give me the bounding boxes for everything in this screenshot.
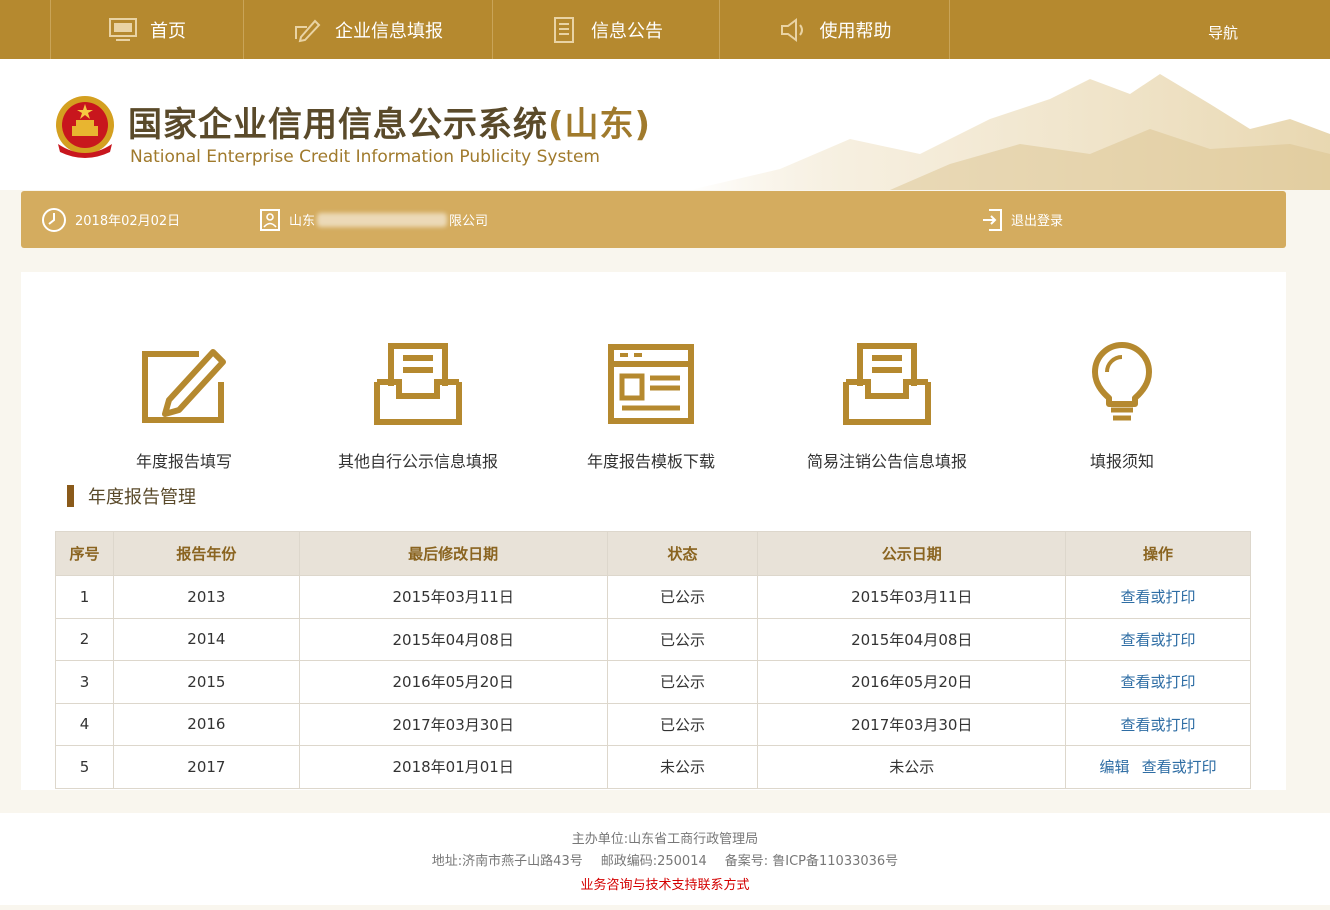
document-icon (554, 16, 574, 43)
mountain-background (690, 74, 1330, 190)
cell-actions: 查看或打印 (1065, 702, 1251, 746)
lightbulb-icon (1092, 342, 1152, 421)
table-row: 2 2014 2015年04月08日 已公示 2015年04月08日 查看或打印 (55, 617, 1251, 661)
column-header: 公示日期 (757, 531, 1067, 576)
cell-no: 1 (55, 575, 114, 619)
page-footer: 主办单位:山东省工商行政管理局 地址:济南市燕子山路43号 邮政编码:250014… (0, 813, 1330, 905)
cell-no: 2 (55, 617, 114, 661)
cell-status: 已公示 (606, 617, 759, 661)
footer-address: 地址:济南市燕子山路43号 (431, 854, 583, 869)
footer-contact: 地址:济南市燕子山路43号 邮政编码:250014 备案号: 鲁ICP备110330… (0, 850, 1330, 869)
cell-year: 2013 (112, 575, 300, 619)
cell-actions: 查看或打印 (1065, 660, 1251, 704)
cell-pub-date: 未公示 (757, 745, 1067, 789)
table-header-row: 序号 报告年份 最后修改日期 状态 公示日期 操作 (55, 531, 1251, 576)
logout-button[interactable]: 退出登录 (981, 191, 1063, 248)
cell-status: 已公示 (606, 702, 759, 746)
footer-postcode: 邮政编码:250014 (600, 854, 707, 869)
tile-other-public-info[interactable]: 其他自行公示信息填报 (318, 342, 518, 472)
view-print-link[interactable]: 查看或打印 (1121, 716, 1196, 734)
nav-item-help[interactable]: 使用帮助 (719, 0, 949, 59)
section-heading: 年度报告管理 (67, 484, 196, 508)
column-header: 状态 (606, 531, 759, 576)
nav-item-label: 使用帮助 (819, 20, 892, 42)
column-header: 最后修改日期 (298, 531, 608, 576)
cell-pub-date: 2016年05月20日 (757, 660, 1067, 704)
column-header: 报告年份 (112, 531, 300, 576)
table-row: 4 2016 2017年03月30日 已公示 2017年03月30日 查看或打印 (55, 702, 1251, 746)
column-header: 操作 (1065, 531, 1251, 576)
section-marker (67, 485, 74, 507)
cell-no: 4 (55, 702, 114, 746)
cell-pub-date: 2015年03月11日 (757, 575, 1067, 619)
footer-icp: 备案号: 鲁ICP备11033036号 (724, 854, 899, 869)
cell-pub-date: 2017年03月30日 (757, 702, 1067, 746)
speaker-icon (780, 17, 803, 42)
cell-no: 5 (55, 745, 114, 789)
cell-year: 2015 (112, 660, 300, 704)
nav-divider (949, 0, 950, 59)
cell-status: 已公示 (606, 660, 759, 704)
edit-link[interactable]: 编辑 (1100, 758, 1130, 776)
nav-item-report[interactable]: 企业信息填报 (243, 0, 492, 59)
view-print-link[interactable]: 查看或打印 (1121, 588, 1196, 606)
cell-actions: 编辑 查看或打印 (1065, 745, 1251, 789)
inbox-icon (374, 343, 462, 425)
cell-modified: 2017年03月30日 (298, 702, 608, 746)
user-info-bar: 2018年02月02日 山东 限公司 退出登录 (21, 191, 1286, 248)
monitor-icon (109, 17, 137, 41)
national-emblem-logo (56, 96, 114, 158)
logout-icon (983, 208, 1002, 231)
template-icon (608, 344, 694, 424)
nav-item-home[interactable]: 首页 (50, 0, 243, 59)
cell-modified: 2015年03月11日 (298, 575, 608, 619)
cell-pub-date: 2015年04月08日 (757, 617, 1067, 661)
cell-no: 3 (55, 660, 114, 704)
date-display: 2018年02月02日 (41, 191, 180, 248)
site-banner: 国家企业信用信息公示系统(山东) National Enterprise Cre… (0, 59, 1330, 190)
cell-modified: 2018年01月01日 (298, 745, 608, 789)
footer-support-link[interactable]: 业务咨询与技术支持联系方式 (0, 874, 1330, 893)
cell-modified: 2015年04月08日 (298, 617, 608, 661)
table-row: 1 2013 2015年03月11日 已公示 2015年03月11日 查看或打印 (55, 575, 1251, 619)
tile-annual-report-fill[interactable]: 年度报告填写 (84, 342, 284, 472)
cell-year: 2017 (112, 745, 300, 789)
tile-template-download[interactable]: 年度报告模板下载 (551, 342, 751, 472)
site-title: 国家企业信用信息公示系统(山东) (128, 105, 652, 145)
clock-icon (42, 207, 66, 232)
redacted-name (317, 212, 448, 227)
nav-item-label: 信息公告 (591, 20, 663, 42)
nav-item-label: 企业信息填报 (335, 20, 443, 42)
cell-actions: 查看或打印 (1065, 617, 1251, 661)
site-subtitle: National Enterprise Credit Information P… (130, 147, 600, 167)
cell-modified: 2016年05月20日 (298, 660, 608, 704)
column-header: 序号 (55, 531, 114, 576)
cell-status: 未公示 (606, 745, 759, 789)
nav-item-label: 首页 (150, 20, 186, 42)
top-nav: 首页 企业信息填报 信息公告 使用帮助 导航 (0, 0, 1330, 59)
cell-year: 2016 (112, 702, 300, 746)
view-print-link[interactable]: 查看或打印 (1121, 631, 1196, 649)
cell-year: 2014 (112, 617, 300, 661)
table-row: 3 2015 2016年05月20日 已公示 2016年05月20日 查看或打印 (55, 660, 1251, 704)
nav-item-notice[interactable]: 信息公告 (492, 0, 719, 59)
annual-report-table: 序号 报告年份 最后修改日期 状态 公示日期 操作 1 2013 2015年03… (55, 531, 1251, 789)
id-card-icon (260, 208, 280, 231)
main-panel: 年度报告填写 其他自行公示信息填报 年度报告模板下载 简易注销公告信息填报 填报… (21, 272, 1286, 790)
cell-actions: 查看或打印 (1065, 575, 1251, 619)
edit-report-icon (142, 349, 226, 423)
tile-simple-cancel-notice[interactable]: 简易注销公告信息填报 (787, 342, 987, 472)
view-print-link[interactable]: 查看或打印 (1142, 758, 1217, 776)
footer-sponsor: 主办单位:山东省工商行政管理局 (571, 832, 759, 847)
cell-status: 已公示 (606, 575, 759, 619)
table-row: 5 2017 2018年01月01日 未公示 未公示 编辑 查看或打印 (55, 745, 1251, 789)
edit-icon (295, 19, 321, 42)
nav-guide-link[interactable]: 导航 (1208, 22, 1238, 43)
company-name: 山东 限公司 (259, 191, 488, 248)
inbox-icon (843, 343, 931, 425)
tile-filing-instructions[interactable]: 填报须知 (1022, 342, 1222, 472)
view-print-link[interactable]: 查看或打印 (1121, 673, 1196, 691)
